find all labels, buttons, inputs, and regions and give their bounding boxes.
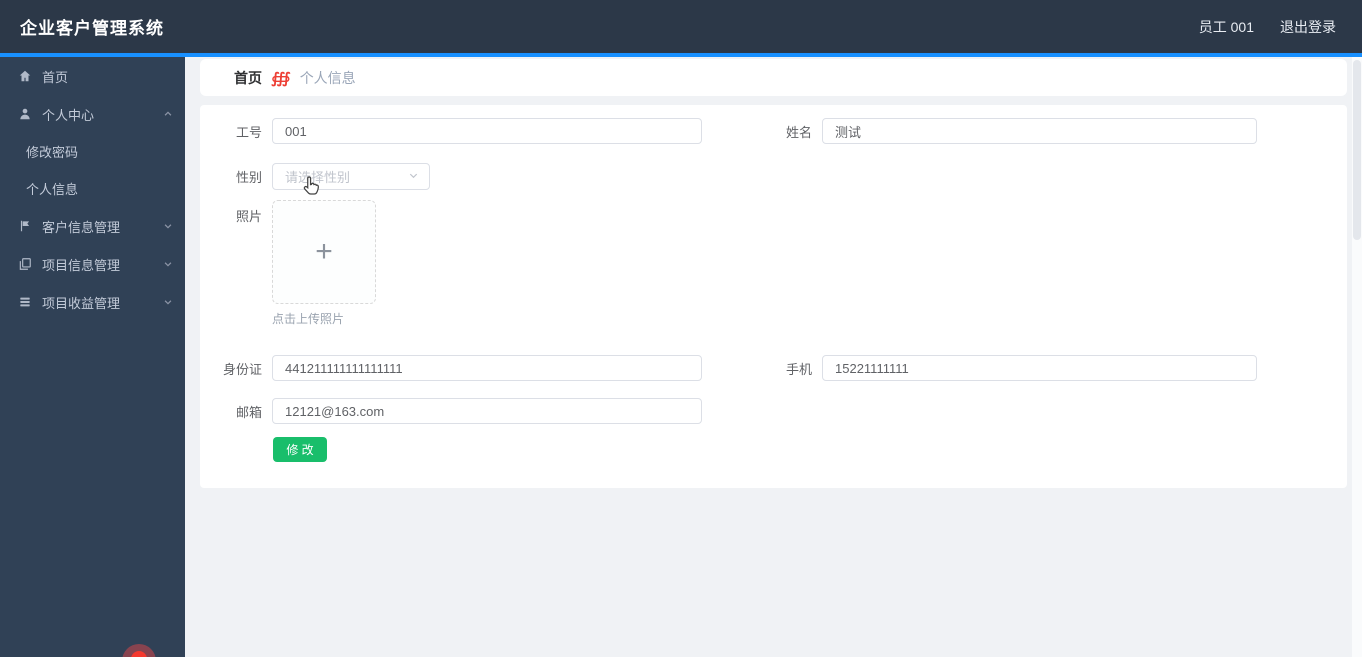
gender-select-placeholder: 请选择性别: [285, 170, 351, 185]
email-field-group: 邮箱: [200, 398, 702, 424]
page-scrollbar-thumb[interactable]: [1353, 60, 1361, 240]
chevron-down-icon: [163, 297, 173, 307]
current-user-label: 员工 001: [1198, 18, 1254, 35]
gender-field-group: 性别 请选择性别: [200, 163, 430, 190]
id-card-field-group: 身份证: [200, 355, 702, 381]
sidebar-item-home[interactable]: 首页: [0, 57, 185, 95]
name-input[interactable]: [822, 118, 1257, 144]
phone-field-group: 手机: [750, 355, 1257, 381]
gender-select[interactable]: 请选择性别: [272, 163, 430, 190]
documents-icon: [18, 257, 32, 271]
phone-label: 手机: [785, 361, 812, 377]
photo-field-group: 照片 +: [200, 200, 376, 304]
sidebar-item-change-password[interactable]: 修改密码: [0, 133, 185, 170]
sidebar-item-label: 项目收益管理: [42, 295, 121, 311]
breadcrumb-separator-icon: ∰: [271, 69, 291, 87]
employee-id-label: 工号: [235, 124, 262, 140]
name-label: 姓名: [785, 124, 812, 140]
chevron-down-icon: [163, 259, 173, 269]
personal-info-form: 工号 姓名 性别 请选择性别 照片 + 点击上传照片: [200, 105, 1347, 488]
chevron-down-icon: [408, 168, 419, 186]
modify-button[interactable]: 修 改: [273, 437, 327, 462]
sidebar-item-customer-info[interactable]: 客户信息管理: [0, 207, 185, 245]
plus-icon: +: [315, 235, 333, 268]
id-card-label: 身份证: [222, 361, 262, 377]
sidebar-item-label: 客户信息管理: [42, 219, 121, 235]
logout-link[interactable]: 退出登录: [1280, 17, 1336, 37]
sidebar-item-project-info[interactable]: 项目信息管理: [0, 245, 185, 283]
employee-id-input[interactable]: [272, 118, 702, 144]
sidebar-nav: 首页 个人中心 修改密码 个人信息 客户信息管理 项目信息管理 项目收益管理: [0, 57, 185, 657]
sidebar-subitem-label: 个人信息: [26, 182, 79, 197]
phone-input[interactable]: [822, 355, 1257, 381]
sidebar-item-project-revenue[interactable]: 项目收益管理: [0, 283, 185, 321]
sidebar-item-label: 项目信息管理: [42, 257, 121, 273]
header-accent-line: [0, 53, 1362, 57]
sidebar-item-label: 首页: [42, 69, 69, 85]
home-icon: [18, 69, 32, 83]
employee-id-field-group: 工号: [200, 118, 702, 144]
breadcrumb-current-page: 个人信息: [299, 69, 356, 86]
photo-label: 照片: [235, 209, 262, 224]
chevron-down-icon: [163, 221, 173, 231]
photo-upload-dropzone[interactable]: +: [272, 200, 376, 304]
email-label: 邮箱: [235, 404, 262, 420]
chevron-up-icon: [163, 109, 173, 119]
name-field-group: 姓名: [750, 118, 1257, 144]
sidebar-item-personal-center[interactable]: 个人中心: [0, 95, 185, 133]
photo-upload-hint: 点击上传照片: [272, 312, 345, 326]
breadcrumb: 首页 ∰ 个人信息: [200, 59, 1347, 96]
sidebar-item-personal-info[interactable]: 个人信息: [0, 170, 185, 207]
gender-label: 性别: [235, 170, 262, 185]
breadcrumb-home-link[interactable]: 首页: [234, 68, 262, 88]
money-icon: [18, 295, 32, 309]
flag-icon: [18, 219, 32, 233]
sidebar-item-label: 个人中心: [42, 107, 95, 123]
sidebar-subitem-label: 修改密码: [26, 145, 79, 160]
app-header: 企业客户管理系统 员工 001 退出登录: [0, 0, 1362, 53]
email-input[interactable]: [272, 398, 702, 424]
app-title: 企业客户管理系统: [20, 19, 164, 38]
id-card-input[interactable]: [272, 355, 702, 381]
user-icon: [18, 107, 32, 121]
